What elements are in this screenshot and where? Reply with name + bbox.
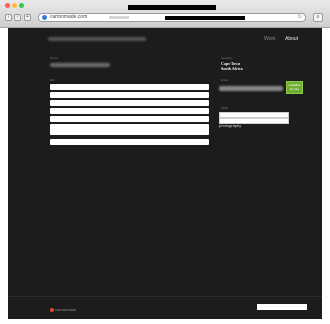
email-value-blurred (219, 86, 283, 91)
close-window-icon[interactable] (5, 3, 10, 8)
nav-about-link[interactable]: About (285, 36, 298, 42)
logo-icon (50, 308, 54, 312)
bio-line (50, 84, 209, 90)
footer-logo-text[interactable]: cartonmade (55, 307, 76, 312)
footer-divider (8, 296, 322, 297)
minimize-window-icon[interactable] (12, 3, 17, 8)
skills-label: Skills (221, 106, 229, 110)
bio-line (50, 139, 209, 145)
bio-line (50, 129, 209, 135)
back-button[interactable]: ‹ (5, 14, 12, 21)
browser-chrome: ‹ › + cartonmade.com ↻ ≡ (0, 0, 330, 28)
name-value-blurred (50, 63, 110, 67)
window-title-redacted (128, 5, 216, 10)
url-redacted (165, 16, 245, 20)
browser-menu-button[interactable]: ≡ (313, 13, 323, 22)
interest-text: photography (219, 123, 242, 128)
bio-label: Bio (50, 78, 55, 82)
nav-work-link[interactable]: Work (264, 36, 276, 42)
location-country: South Africa (221, 66, 243, 71)
email-label: Email (221, 78, 229, 82)
address-bar[interactable]: cartonmade.com ↻ (38, 13, 306, 22)
hire-badge-button[interactable]: Available for hire (286, 81, 303, 94)
location-label: Location (221, 56, 233, 60)
url-text: cartonmade.com (50, 14, 88, 20)
site-header: Work About (8, 28, 322, 50)
name-label: Name (50, 56, 59, 60)
footer-field[interactable] (257, 304, 307, 310)
bio-line (50, 108, 209, 114)
site-name-blurred[interactable] (48, 37, 146, 41)
add-tab-button[interactable]: + (24, 14, 31, 21)
url-path-blurred (109, 16, 129, 19)
forward-button[interactable]: › (14, 14, 21, 21)
bio-line (50, 92, 209, 98)
page-content: Work About Name Bio Location Cape Town S… (8, 28, 322, 319)
bio-line (50, 116, 209, 122)
reload-icon[interactable]: ↻ (298, 14, 302, 21)
bio-line (50, 100, 209, 106)
maximize-window-icon[interactable] (19, 3, 24, 8)
globe-icon (42, 15, 47, 20)
